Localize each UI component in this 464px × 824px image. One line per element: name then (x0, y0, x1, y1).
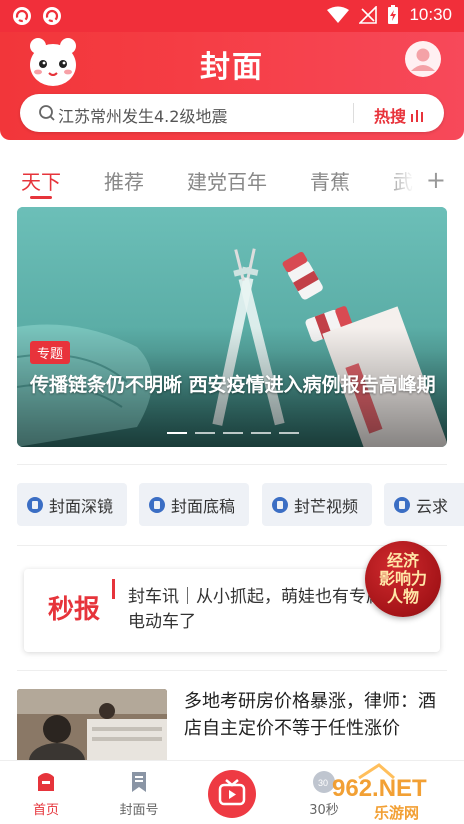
nav-label: 首页 (32, 803, 59, 818)
divider (17, 670, 447, 671)
tab-tianxia[interactable]: 天下 (21, 166, 61, 195)
badge-line-1: 经济 (386, 551, 419, 570)
search-bar[interactable]: 江苏常州发生4.2级地震 热搜 (20, 94, 444, 132)
slide-dot (167, 432, 187, 434)
news-thumbnail[interactable] (17, 689, 167, 769)
channel-row: 封面深镜 封面底稿 封芒视频 云求 (17, 483, 464, 526)
channel-fengmian-shenjing[interactable]: 封面深镜 (17, 483, 127, 526)
watermark-text-bottom: 乐游网 (374, 804, 419, 822)
banner-image (17, 207, 447, 447)
home-icon (38, 773, 54, 791)
tab-recommend[interactable]: 推荐 (104, 166, 144, 195)
banner-title: 传播链条仍不明晰 西安疫情进入病例报告高峰期 (30, 374, 436, 396)
channel-fengmian-digao[interactable]: 封面底稿 (139, 483, 249, 526)
battery-charging-icon (388, 5, 399, 24)
divider (17, 464, 447, 465)
add-channel-icon[interactable]: + (426, 166, 446, 194)
nav-fengmian-hao[interactable]: 封面号 (104, 769, 174, 818)
slide-dot (279, 432, 299, 434)
send-icon (394, 496, 410, 513)
hot-search-button[interactable]: 热搜 (374, 103, 424, 127)
no-signal-icon (359, 6, 378, 24)
status-bar: 10:30 (0, 0, 464, 32)
sync-icon (12, 6, 32, 26)
channel-label: 封面底稿 (171, 496, 236, 516)
news-title[interactable]: 多地考研房价格暴涨，律师：酒店自主定价不等于任性涨价 (184, 688, 449, 742)
banner-indicator (167, 432, 299, 434)
channel-icon (149, 496, 165, 513)
flash-news-logo: 秒报 (48, 595, 101, 625)
slide-dot (251, 432, 271, 434)
nav-label: 封面号 (119, 803, 159, 818)
tab-qingjiao[interactable]: 青蕉 (310, 166, 350, 195)
flash-news-text: 封车讯｜从小抓起，萌娃也有专属电动车了 (128, 587, 383, 632)
flash-logo-bar (112, 579, 115, 599)
bookmark-icon (132, 772, 146, 792)
channel-label: 云求 (416, 496, 449, 516)
featured-banner[interactable]: 专题 传播链条仍不明晰 西安疫情进入病例报告高峰期 (17, 207, 447, 447)
app-screen: 10:30 封面 江苏常州发生4.2级地震 热搜 天下 推荐 建党百年 青蕉 +… (0, 0, 464, 824)
clock: 10:30 (409, 5, 452, 24)
tab-party-centennial[interactable]: 建党百年 (187, 166, 267, 195)
play-icon (272, 496, 288, 513)
nav-video-button[interactable] (208, 770, 256, 818)
watermark-text-top: 962.NET (332, 775, 427, 802)
channel-fengmang-video[interactable]: 封芒视频 (262, 483, 372, 526)
bars-icon (411, 110, 423, 122)
badge-line-2: 影响力 (378, 569, 427, 588)
economic-influence-badge[interactable]: 经济 影响力 人物 (365, 541, 441, 617)
channel-icon (27, 496, 43, 513)
search-placeholder: 江苏常州发生4.2级地震 (58, 107, 228, 126)
site-watermark: 962.NET 乐游网 (304, 760, 464, 824)
channel-yunqiu[interactable]: 云求 (384, 483, 464, 526)
app-logo: 封面 (200, 50, 264, 85)
search-icon (39, 105, 55, 121)
channel-label: 封面深镜 (49, 496, 114, 516)
slide-dot (223, 432, 243, 434)
user-avatar-icon[interactable] (404, 40, 442, 78)
wifi-icon (327, 6, 350, 23)
tv-play-icon (218, 779, 246, 806)
topic-tag: 专题 (30, 341, 71, 364)
slide-dot (195, 432, 215, 434)
search-divider (353, 103, 354, 123)
nav-home[interactable]: 首页 (11, 769, 81, 818)
active-tab-indicator (30, 196, 52, 199)
sync-icon-2 (42, 6, 62, 26)
badge-line-3: 人物 (386, 587, 419, 606)
hot-search-label: 热搜 (373, 107, 406, 126)
channel-label: 封芒视频 (294, 496, 359, 516)
